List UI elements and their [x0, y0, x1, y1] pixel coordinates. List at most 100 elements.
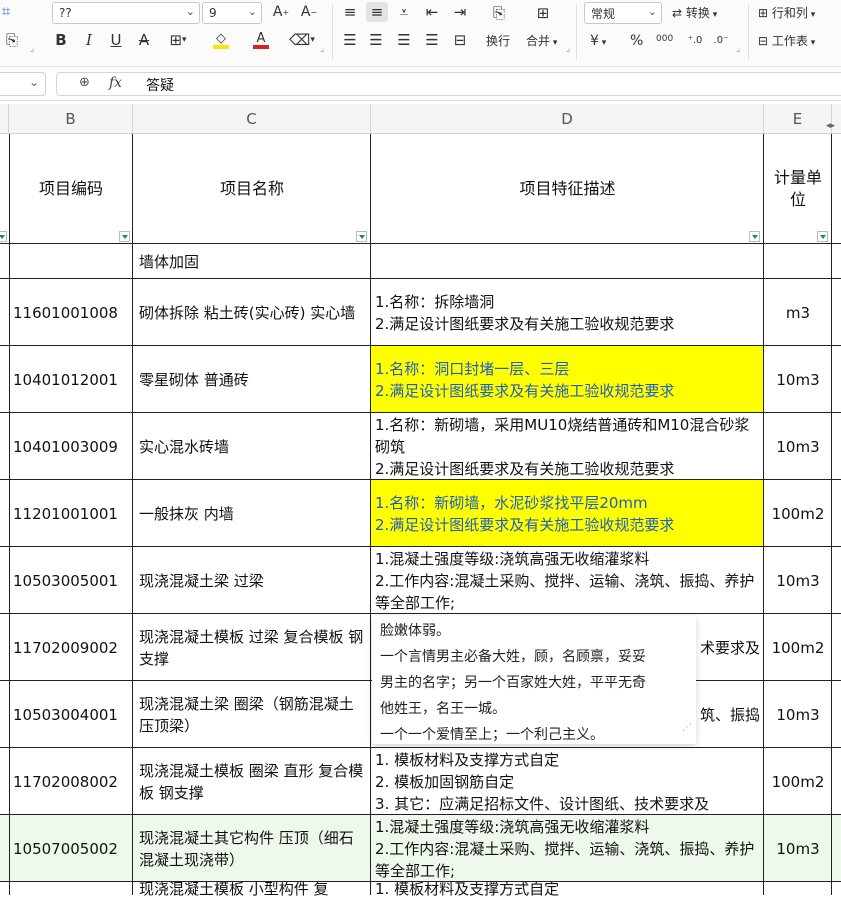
table-row-desc[interactable]: 1.混凝土强度等级:浇筑高强无收缩灌浆料 2.工作内容:混凝土采购、搅拌、运输、… — [371, 815, 764, 882]
name-box[interactable]: ⌄ — [0, 72, 46, 96]
fill-color-button[interactable]: ◇ — [204, 30, 238, 50]
filter-dropdown-icon[interactable] — [0, 231, 7, 242]
distributed-align-icon[interactable]: ⊟ — [450, 30, 470, 50]
group-expand-icon[interactable]: ⌟ — [320, 44, 324, 54]
align-right-icon[interactable]: ☰ — [394, 30, 414, 50]
increase-indent-icon[interactable]: ⇥ — [450, 2, 470, 22]
table-row-unit[interactable]: 100m2 — [764, 614, 832, 681]
currency-button[interactable]: ¥ ▾ — [590, 33, 606, 49]
group-expand-icon[interactable]: ⌟ — [30, 44, 34, 54]
column-header-C[interactable]: C — [133, 104, 371, 134]
table-row-name[interactable]: 墙体加固 — [133, 244, 371, 279]
group-expand-icon[interactable]: ⌟ — [566, 44, 570, 54]
underline-icon[interactable]: U — [107, 30, 125, 50]
zoom-icon[interactable]: ⊕ — [79, 75, 90, 90]
font-size-select[interactable]: 9 ⌄ — [202, 2, 262, 24]
border-icon[interactable]: ⊞ ▾ — [163, 30, 193, 50]
bold-icon[interactable]: B — [52, 30, 70, 50]
formula-content[interactable]: 答疑 — [146, 75, 174, 95]
convert-button[interactable]: ⇄ 转换 ▾ — [672, 4, 717, 21]
merge-button[interactable]: 合并 ▾ — [526, 32, 557, 49]
table-row-code[interactable]: 11702009002 — [9, 614, 133, 681]
table-row-unit[interactable]: 10m3 — [764, 547, 832, 614]
merge-cells-icon[interactable]: ⊞ — [530, 2, 556, 24]
wrap-text-icon[interactable]: ⎘ — [486, 2, 512, 24]
table-row-code[interactable]: 11201001001 — [9, 480, 133, 547]
italic-icon[interactable]: I — [80, 30, 98, 50]
column-header-A[interactable] — [0, 104, 9, 134]
table-row-unit[interactable]: 10m3 — [764, 346, 832, 413]
increase-decimal-icon[interactable]: ⁺.0 — [684, 30, 706, 50]
table-row-name[interactable]: 现浇混凝土其它构件 压顶（细石混凝土现浇带） — [133, 815, 371, 882]
rows-columns-button[interactable]: ⊞ 行和列 ▾ — [758, 4, 815, 21]
table-row-desc[interactable]: 1. 模板材料及支撑方式自定 2. 模板加固钢筋自定 3. 其它：应满足招标文件… — [371, 748, 764, 815]
paste-options-icon[interactable]: ⎘ — [0, 30, 24, 50]
table-row-desc[interactable]: 1.名称：新砌墙，采用MU10烧结普通砖和M10混合砂浆砌筑 2.满足设计图纸要… — [371, 413, 764, 480]
header-unit[interactable]: 计量单位 — [764, 134, 832, 244]
resize-handle-icon[interactable]: ⋰ — [682, 715, 692, 741]
filter-dropdown-icon[interactable] — [356, 231, 367, 242]
table-row-name[interactable]: 现浇混凝土模板 过梁 复合模板 钢支撑 — [133, 614, 371, 681]
number-format-select[interactable]: 常规 ⌄ — [584, 2, 662, 24]
table-row-unit[interactable]: 10m3 — [764, 681, 832, 748]
table-row-code[interactable]: 10507005002 — [9, 815, 133, 882]
decrease-decimal-icon[interactable]: .0⁻ — [710, 30, 732, 50]
font-name-select[interactable]: ?? ⌄ — [52, 2, 200, 24]
column-header-E[interactable]: E — [764, 104, 832, 134]
table-row-unit[interactable]: 10m3 — [764, 413, 832, 480]
strikethrough-icon[interactable]: A — [135, 30, 153, 50]
header-code[interactable]: 项目编码 — [9, 134, 133, 244]
fx-button[interactable]: fx — [109, 75, 122, 91]
table-row-desc[interactable]: 1.名称：新砌墙，水泥砂浆找平层20mm 2.满足设计图纸要求及有关施工验收规范… — [371, 480, 764, 547]
table-row-unit[interactable]: 10m3 — [764, 815, 832, 882]
table-row-code[interactable]: 11702008002 — [9, 748, 133, 815]
justify-icon[interactable]: ☰ — [422, 30, 442, 50]
table-row-desc[interactable]: 1.混凝土强度等级:浇筑高强无收缩灌浆料 2.工作内容:混凝土采购、搅拌、运输、… — [371, 547, 764, 614]
table-row-unit[interactable]: m3 — [764, 279, 832, 346]
formula-input-container[interactable]: ⊕ fx 答疑 — [56, 72, 841, 96]
comment-line: 一个一个爱情至上；一个利己主义。 — [380, 727, 604, 743]
align-bottom-icon[interactable]: ⩡ — [394, 2, 414, 22]
percent-button[interactable]: % — [630, 33, 643, 49]
align-middle-icon[interactable]: ≡ — [366, 2, 388, 22]
filter-dropdown-icon[interactable] — [749, 231, 760, 242]
align-left-icon[interactable]: ☰ — [340, 30, 360, 50]
eraser-icon[interactable]: ⌫ ▾ — [286, 30, 318, 50]
table-row-name[interactable]: 现浇混凝土梁 圈梁（钢筋混凝土压顶梁） — [133, 681, 371, 748]
table-row-desc[interactable]: 1.名称：洞口封堵一层、三层 2.满足设计图纸要求及有关施工验收规范要求 — [371, 346, 764, 413]
table-row-name[interactable]: 零星砌体 普通砖 — [133, 346, 371, 413]
wrap-text-button[interactable]: 换行 — [486, 32, 510, 49]
align-top-icon[interactable]: ≡ — [340, 2, 360, 22]
filter-dropdown-icon[interactable] — [119, 231, 130, 242]
align-center-icon[interactable]: ☰ — [366, 30, 386, 50]
format-painter-icon[interactable]: ⌗ — [0, 2, 14, 20]
worksheet-button[interactable]: ⊟ 工作表 ▾ — [758, 32, 815, 49]
table-row-desc[interactable]: 1.名称：拆除墙洞 2.满足设计图纸要求及有关施工验收规范要求 — [371, 279, 764, 346]
table-row-name[interactable]: 实心混水砖墙 — [133, 413, 371, 480]
desc-line: 术要求及 — [699, 638, 760, 657]
table-row-unit[interactable]: 100m2 — [764, 748, 832, 815]
decrease-font-icon[interactable]: A − — [298, 2, 320, 22]
table-row-name[interactable]: 一般抹灰 内墙 — [133, 480, 371, 547]
column-header-D[interactable]: D — [371, 104, 764, 134]
table-row-unit[interactable]: 100m2 — [764, 480, 832, 547]
table-row-code[interactable]: 10503004001 — [9, 681, 133, 748]
table-row-name[interactable]: 砌体拆除 粘土砖(实心砖) 实心墙 — [133, 279, 371, 346]
table-row-name[interactable]: 现浇混凝土梁 过梁 — [133, 547, 371, 614]
header-desc[interactable]: 项目特征描述 — [371, 134, 764, 244]
column-header-B[interactable]: B — [9, 104, 133, 134]
column-resize-icon[interactable]: ◂▸ — [826, 121, 835, 131]
table-row-code[interactable]: 10401003009 — [9, 413, 133, 480]
group-expand-icon[interactable]: ⌟ — [736, 44, 740, 54]
header-name[interactable]: 项目名称 — [133, 134, 371, 244]
comment-popup[interactable]: 脸嫩体弱。 一个言情男主必备大姓，顾，名顾禀，妥妥 男主的名字；另一个百家姓大姓… — [372, 616, 696, 744]
thousands-button[interactable]: 000 — [656, 34, 673, 44]
filter-dropdown-icon[interactable] — [817, 231, 828, 242]
increase-font-icon[interactable]: A + — [270, 2, 292, 22]
table-row-code[interactable]: 10503005001 — [9, 547, 133, 614]
table-row-code[interactable]: 10401012001 — [9, 346, 133, 413]
font-color-button[interactable]: A — [244, 30, 278, 50]
table-row-name[interactable]: 现浇混凝土模板 圈梁 直形 复合模板 钢支撑 — [133, 748, 371, 815]
decrease-indent-icon[interactable]: ⇤ — [422, 2, 442, 22]
table-row-code[interactable]: 11601001008 — [9, 279, 133, 346]
